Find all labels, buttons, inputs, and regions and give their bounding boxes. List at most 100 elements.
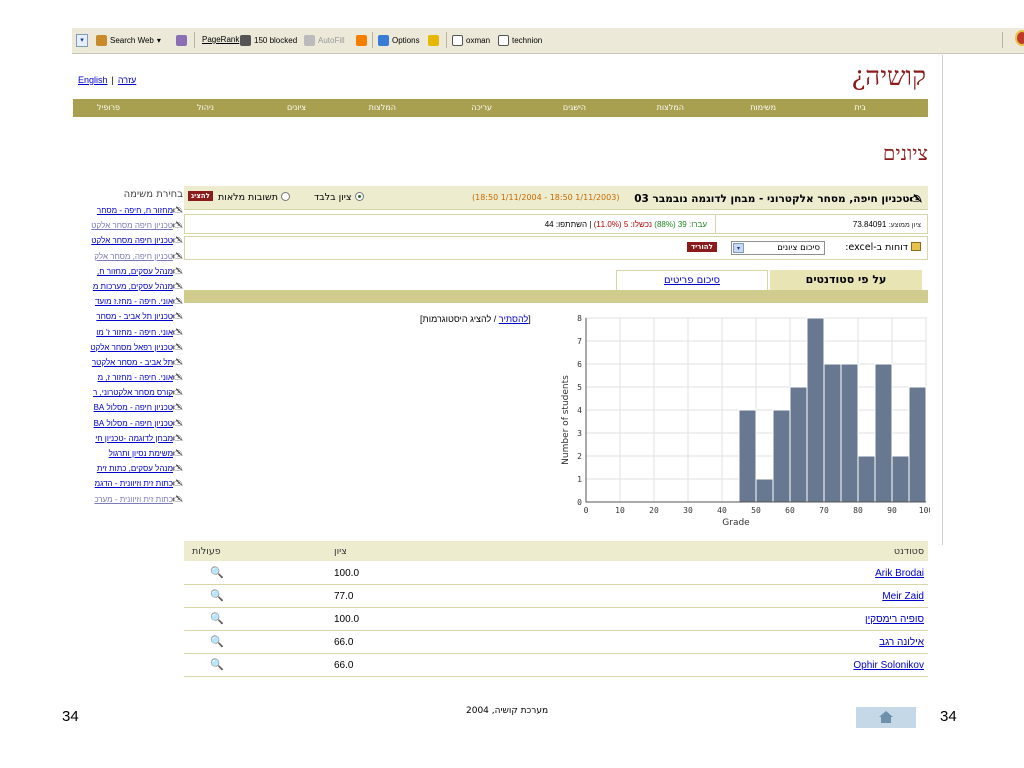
sidebar-task-link[interactable]: משימת נסיון ותרגול xyxy=(109,449,173,458)
sidebar-task-item[interactable]: 🖎תל אביב - מסחר אלקטר xyxy=(73,355,183,370)
autofill-button[interactable]: AutoFill xyxy=(304,35,345,46)
nav-profile[interactable]: פרופיל xyxy=(97,103,120,112)
nav-achievements[interactable]: הישגים xyxy=(563,103,586,112)
hide-histogram-link[interactable]: להסתיר xyxy=(499,314,528,324)
excel-icon xyxy=(911,242,921,251)
sidebar-task-link[interactable]: אוני. חיפה - מחז.ז מועד xyxy=(95,297,173,306)
home-button[interactable] xyxy=(856,707,916,728)
sidebar-task-link[interactable]: טכניון חיפה - מסלול BA xyxy=(94,403,173,412)
x-tick-label: 60 xyxy=(785,506,795,515)
sidebar-task-item[interactable]: 🖎טכניון חיפה - מסלול BA xyxy=(73,400,183,415)
radio-full-answers[interactable]: תשובות מלאות xyxy=(218,192,290,203)
sidebar-task-link[interactable]: אוני. חיפה - מחזור ז' מו xyxy=(96,328,173,337)
sidebar-task-link[interactable]: טכניון חיפה, מסחר אלק xyxy=(94,252,173,261)
task-sidebar: בחירת משימה 🖎מחזור ח, חיפה - מסחר 🖎טכניון… xyxy=(73,186,183,507)
excel-label: דוחות ב-excel: xyxy=(845,242,921,253)
nav-home[interactable]: בית xyxy=(854,103,866,112)
search-web-button[interactable]: Search Web ▾ xyxy=(96,35,161,46)
help-link[interactable]: עזרה xyxy=(118,75,136,85)
nav-admin[interactable]: ניהול xyxy=(197,103,214,112)
sidebar-task-link[interactable]: טכניון חיפה - מסלול BA xyxy=(94,419,173,428)
sidebar-task-item[interactable]: 🖎טכניון רפאל מסחר אלקט xyxy=(73,340,183,355)
options-button[interactable]: Options xyxy=(378,35,420,46)
sidebar-task-item[interactable]: 🖎מנהל עסקים, מחזור ח, xyxy=(73,264,183,279)
y-tick-label: 8 xyxy=(577,314,582,323)
task-icon: 🖎 xyxy=(172,372,183,383)
task-icon: 🖎 xyxy=(172,280,183,291)
pass-fail-counts: עברו: 39 (88%) נכשלו: 5 (11.0%) | השתתפו… xyxy=(544,220,707,229)
student-link[interactable]: Meir Zaid xyxy=(882,591,924,602)
sidebar-task-item[interactable]: 🖎אוני. חיפה - מחזור ז' מו xyxy=(73,325,183,340)
sidebar-task-item[interactable]: 🖎מנהל עסקים, מערכות מ xyxy=(73,279,183,294)
pencil-button[interactable] xyxy=(428,35,439,46)
sidebar-task-link[interactable]: מחזור ח, חיפה - מסחר xyxy=(97,206,173,215)
sidebar-task-item[interactable]: 🖎קורס מסחר אלקטרוני, ר xyxy=(73,385,183,400)
chevron-down-icon: ▾ xyxy=(733,243,744,253)
view-details-icon[interactable]: 🔍 xyxy=(210,658,224,671)
nav-recommendations[interactable]: המלצות xyxy=(657,103,684,112)
sidebar-task-link[interactable]: אוני. חיפה - מחזור ז, מ xyxy=(98,373,173,382)
nav-recommendations-2[interactable]: המלצות xyxy=(369,103,396,112)
show-button[interactable]: להציג xyxy=(188,191,213,201)
view-details-icon[interactable]: 🔍 xyxy=(210,635,224,648)
nav-tasks[interactable]: משימות xyxy=(750,103,776,112)
student-link[interactable]: סופיה רימסקין xyxy=(865,614,924,625)
student-name: Meir Zaid xyxy=(882,591,924,602)
student-link[interactable]: Arik Brodai xyxy=(875,568,924,579)
student-link[interactable]: אילונה רגב xyxy=(879,637,924,648)
sidebar-task-link[interactable]: כתות זית וזיוונית - מערכ xyxy=(94,495,173,504)
tab-by-students[interactable]: על פי סטודנטים xyxy=(770,270,922,290)
view-details-icon[interactable]: 🔍 xyxy=(210,612,224,625)
view-details-icon[interactable]: 🔍 xyxy=(210,566,224,579)
nav-edit[interactable]: עריכה xyxy=(471,103,492,112)
student-grade: 66.0 xyxy=(334,637,354,648)
bookmark-technion[interactable]: technion xyxy=(498,35,542,46)
sidebar-task-link[interactable]: מנהל עסקים, מערכות מ xyxy=(93,282,173,291)
dropdown-arrow-icon[interactable]: ▾ xyxy=(76,34,88,47)
x-tick-label: 70 xyxy=(819,506,829,515)
sidebar-task-item[interactable]: 🖎טכניון תל אביב - מסחר xyxy=(73,309,183,324)
highlight-button[interactable] xyxy=(176,35,187,46)
sidebar-task-item[interactable]: 🖎אוני. חיפה - מחז.ז מועד xyxy=(73,294,183,309)
sidebar-task-link[interactable]: קורס מסחר אלקטרוני, ר xyxy=(93,388,173,397)
tab-items-summary[interactable]: סיכום פריטים xyxy=(616,270,768,290)
radio-selected-icon xyxy=(354,192,364,201)
task-header: 🖎טכניון חיפה, מסחר אלקטרוני - מבחן לדוגמ… xyxy=(184,186,928,210)
popup-blocker-button[interactable]: 150 blocked xyxy=(240,35,297,46)
sidebar-task-link[interactable]: טכניון תל אביב - מסחר xyxy=(96,312,173,321)
download-button[interactable]: להוריד xyxy=(687,242,717,252)
sidebar-task-link[interactable]: מבחן לדוגמה -טכניון חי xyxy=(95,434,173,443)
radio-grade-only[interactable]: ציון בלבד xyxy=(314,192,364,203)
col-actions: פעולות xyxy=(192,546,221,557)
sidebar-task-item[interactable]: 🖎מחזור ח, חיפה - מסחר xyxy=(73,203,183,218)
report-type-select[interactable]: סיכום ציונים ▾ xyxy=(731,241,825,255)
view-details-icon[interactable]: 🔍 xyxy=(210,589,224,602)
english-link[interactable]: English xyxy=(78,75,108,85)
sidebar-task-item[interactable]: 🖎מנהל עסקים, כתות זית xyxy=(73,461,183,476)
sidebar-task-item[interactable]: 🖎כתות זית וזיוונית - מערכ xyxy=(73,492,183,507)
sidebar-task-link[interactable]: כתות זית וזיוונית - הדגמ xyxy=(95,479,173,488)
sidebar-task-item[interactable]: 🖎אוני. חיפה - מחזור ז, מ xyxy=(73,370,183,385)
nav-grades[interactable]: ציונים xyxy=(287,103,306,112)
y-tick-label: 4 xyxy=(577,406,582,415)
pagerank-button[interactable]: PageRank xyxy=(202,35,239,44)
sidebar-task-item[interactable]: 🖎טכניון חיפה מסחר אלקט xyxy=(73,233,183,248)
sidebar-task-link[interactable]: מנהל עסקים, מחזור ח, xyxy=(97,267,173,276)
sidebar-task-item[interactable]: 🖎משימת נסיון ותרגול xyxy=(73,446,183,461)
sidebar-task-link[interactable]: טכניון רפאל מסחר אלקט xyxy=(90,343,173,352)
sidebar-task-item[interactable]: 🖎מבחן לדוגמה -טכניון חי xyxy=(73,431,183,446)
tab-strip xyxy=(184,290,928,303)
sidebar-task-item[interactable]: 🖎טכניון חיפה מסחר אלקט xyxy=(73,218,183,233)
bookmark-oxman[interactable]: oxman xyxy=(452,35,490,46)
sidebar-task-item[interactable]: 🖎כתות זית וזיוונית - הדגמ xyxy=(73,476,183,491)
sidebar-task-item[interactable]: 🖎טכניון חיפה, מסחר אלק xyxy=(73,249,183,264)
sidebar-task-link[interactable]: מנהל עסקים, כתות זית xyxy=(97,464,173,473)
sidebar-task-link[interactable]: טכניון חיפה מסחר אלקט xyxy=(91,221,173,230)
sidebar-task-link[interactable]: תל אביב - מסחר אלקטר xyxy=(92,358,173,367)
sidebar-task-link[interactable]: טכניון חיפה מסחר אלקט xyxy=(91,236,173,245)
task-icon: 🖎 xyxy=(909,193,922,205)
student-link[interactable]: Ophir Solonikov xyxy=(853,660,924,671)
sidebar-task-item[interactable]: 🖎טכניון חיפה - מסלול BA xyxy=(73,416,183,431)
blogger-button[interactable] xyxy=(356,35,367,46)
grade-histogram: 0 10 20 30 40 50 60 70 80 90 100 0 1 2 3 4 5 6 7 8 Grade Numb… xyxy=(556,306,930,536)
